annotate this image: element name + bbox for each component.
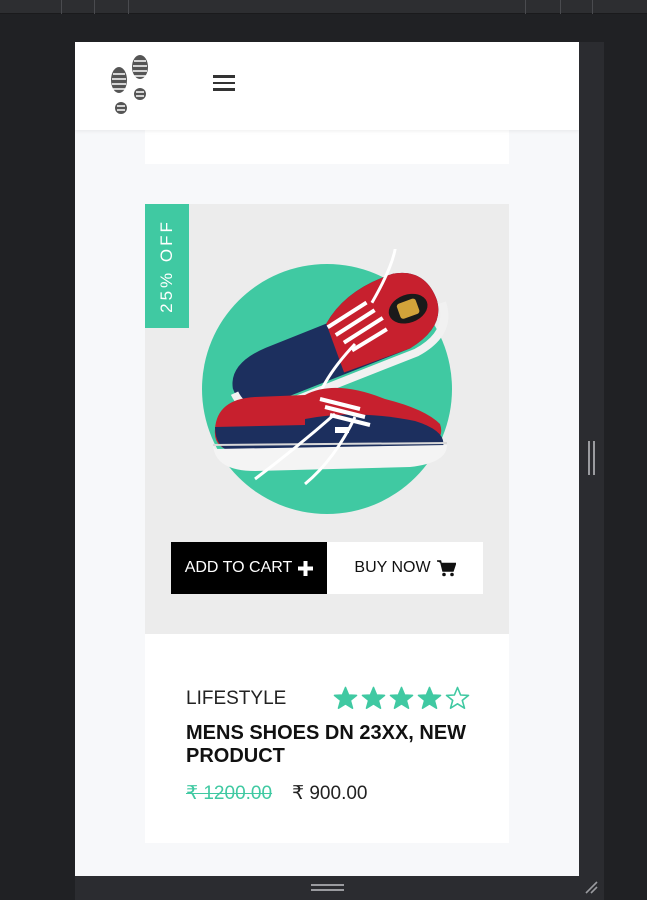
device-viewport: 25% OFF ADD TO CART BUY NOW LIFESTYLE ME…: [75, 42, 579, 876]
star-filled-icon: [417, 686, 442, 710]
shopping-cart-icon: [436, 559, 456, 576]
discount-label: 25% OFF: [157, 219, 176, 313]
sale-price: ₹ 900.00: [292, 783, 368, 804]
product-title[interactable]: MENS SHOES DN 23XX, NEW PRODUCT: [186, 722, 486, 768]
site-navbar: [75, 42, 579, 130]
product-card: 25% OFF ADD TO CART BUY NOW LIFESTYLE ME…: [145, 204, 509, 843]
buy-now-label: BUY NOW: [354, 559, 431, 576]
width-resize-handle[interactable]: [588, 441, 595, 475]
previous-product-card: [145, 130, 509, 164]
star-filled-icon: [333, 686, 358, 710]
star-filled-icon: [361, 686, 386, 710]
star-filled-icon: [389, 686, 414, 710]
original-price: ₹ 1200.00: [186, 783, 273, 804]
add-to-cart-button[interactable]: ADD TO CART: [171, 542, 327, 594]
star-rating: [333, 686, 470, 711]
star-empty-icon: [445, 686, 470, 710]
discount-badge: 25% OFF: [145, 204, 189, 328]
height-resize-handle[interactable]: [311, 884, 344, 891]
hamburger-menu-icon[interactable]: [213, 71, 235, 91]
product-info: LIFESTYLE MENS SHOES DN 23XX, NEW PRODUC…: [145, 634, 509, 843]
resize-corner-icon[interactable]: [584, 880, 598, 894]
add-to-cart-label: ADD TO CART: [184, 559, 293, 576]
product-image-area: 25% OFF ADD TO CART BUY NOW: [145, 204, 509, 634]
product-image[interactable]: [185, 249, 475, 489]
buy-now-button[interactable]: BUY NOW: [327, 542, 483, 594]
footprints-icon[interactable]: [107, 54, 157, 120]
product-category: LIFESTYLE: [186, 688, 287, 709]
devtools-top-strip: [0, 0, 647, 14]
plus-icon: [298, 560, 314, 576]
